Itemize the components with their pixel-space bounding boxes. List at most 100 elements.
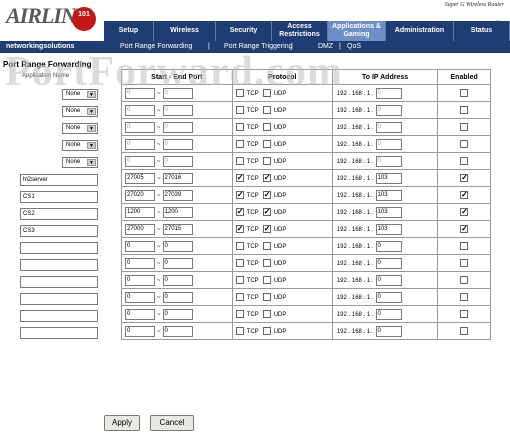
ip-last-octet-field[interactable]: 0 [375, 325, 402, 337]
start-port-field[interactable]: 27000 [125, 223, 155, 235]
ip-last-octet-field[interactable]: 0 [375, 138, 402, 150]
application-name-field[interactable]: CS1 [20, 191, 98, 203]
start-port-field[interactable]: 0 [125, 308, 155, 320]
enabled-checkbox[interactable]: ✓ [460, 191, 469, 199]
application-preset-select[interactable]: None ▼ [62, 157, 98, 168]
end-port-field[interactable]: 0 [162, 291, 193, 303]
udp-checkbox[interactable] [262, 242, 271, 250]
tcp-checkbox[interactable] [235, 106, 244, 114]
end-port-field[interactable]: 0 [162, 274, 193, 286]
start-port-field[interactable]: 0 [125, 240, 155, 252]
end-port-field[interactable]: 0 [162, 104, 193, 116]
ip-last-octet-field[interactable]: 0 [375, 87, 402, 99]
udp-checkbox[interactable]: ✓ [262, 225, 271, 233]
application-preset-select[interactable]: None ▼ [62, 106, 98, 117]
end-port-field[interactable]: 0 [162, 87, 193, 99]
tcp-checkbox[interactable]: ✓ [235, 225, 244, 233]
enabled-checkbox[interactable]: ✓ [460, 174, 469, 182]
end-port-field[interactable]: 27016 [162, 172, 193, 184]
tcp-checkbox[interactable]: ✓ [235, 174, 244, 182]
end-port-field[interactable]: 0 [162, 240, 193, 252]
udp-checkbox[interactable]: ✓ [262, 174, 271, 182]
enabled-checkbox[interactable] [460, 293, 469, 301]
ip-last-octet-field[interactable]: 0 [375, 257, 402, 269]
ip-last-octet-field[interactable]: 103 [375, 206, 402, 218]
udp-checkbox[interactable] [262, 276, 271, 284]
application-name-field[interactable] [20, 242, 98, 254]
subnav-port-range-triggering[interactable]: Port Range Triggering [224, 43, 292, 50]
tcp-checkbox[interactable] [235, 259, 244, 267]
start-port-field[interactable]: 0 [125, 291, 155, 303]
end-port-field[interactable]: 0 [162, 308, 193, 320]
enabled-checkbox[interactable] [460, 276, 469, 284]
tcp-checkbox[interactable]: ✓ [235, 208, 244, 216]
tcp-checkbox[interactable] [235, 157, 244, 165]
application-name-field[interactable]: CS2 [20, 208, 98, 220]
enabled-checkbox[interactable] [460, 140, 469, 148]
udp-checkbox[interactable] [262, 157, 271, 165]
end-port-field[interactable]: 27039 [162, 189, 193, 201]
enabled-checkbox[interactable] [460, 310, 469, 318]
tcp-checkbox[interactable] [235, 327, 244, 335]
udp-checkbox[interactable] [262, 89, 271, 97]
tcp-checkbox[interactable] [235, 89, 244, 97]
application-name-field[interactable] [20, 276, 98, 288]
tcp-checkbox[interactable] [235, 293, 244, 301]
subnav-port-range-forwarding[interactable]: Port Range Forwarding [120, 43, 192, 50]
ip-last-octet-field[interactable]: 0 [375, 308, 402, 320]
apply-button[interactable]: Apply [104, 415, 140, 431]
application-name-field[interactable] [20, 327, 98, 339]
tcp-checkbox[interactable] [235, 310, 244, 318]
tcp-checkbox[interactable] [235, 140, 244, 148]
tab-security[interactable]: Security [216, 21, 272, 41]
ip-last-octet-field[interactable]: 0 [375, 155, 402, 167]
udp-checkbox[interactable] [262, 140, 271, 148]
ip-last-octet-field[interactable]: 0 [375, 240, 402, 252]
start-port-field[interactable]: 0 [125, 104, 155, 116]
udp-checkbox[interactable] [262, 327, 271, 335]
end-port-field[interactable]: 1200 [162, 206, 193, 218]
ip-last-octet-field[interactable]: 103 [375, 223, 402, 235]
udp-checkbox[interactable] [262, 259, 271, 267]
start-port-field[interactable]: 0 [125, 87, 155, 99]
tcp-checkbox[interactable] [235, 123, 244, 131]
tab-administration[interactable]: Administration [386, 21, 454, 41]
udp-checkbox[interactable]: ✓ [262, 208, 271, 216]
end-port-field[interactable]: 0 [162, 121, 193, 133]
application-preset-select[interactable]: None ▼ [62, 89, 98, 100]
subnav-qos[interactable]: QoS [347, 43, 361, 50]
application-preset-select[interactable]: None ▼ [62, 140, 98, 151]
end-port-field[interactable]: 0 [162, 138, 193, 150]
enabled-checkbox[interactable]: ✓ [460, 225, 469, 233]
tab-setup[interactable]: Setup [104, 21, 154, 41]
end-port-field[interactable]: 0 [162, 155, 193, 167]
application-name-field[interactable] [20, 293, 98, 305]
end-port-field[interactable]: 0 [162, 257, 193, 269]
enabled-checkbox[interactable] [460, 157, 469, 165]
tab-wireless[interactable]: Wireless [154, 21, 216, 41]
start-port-field[interactable]: 27020 [125, 189, 155, 201]
ip-last-octet-field[interactable]: 0 [375, 121, 402, 133]
ip-last-octet-field[interactable]: 103 [375, 189, 402, 201]
application-name-field[interactable]: hl2server [20, 174, 98, 186]
application-name-field[interactable] [20, 310, 98, 322]
enabled-checkbox[interactable] [460, 106, 469, 114]
ip-last-octet-field[interactable]: 103 [375, 172, 402, 184]
start-port-field[interactable]: 0 [125, 138, 155, 150]
end-port-field[interactable]: 0 [162, 325, 193, 337]
subnav-dmz[interactable]: DMZ [318, 43, 333, 50]
ip-last-octet-field[interactable]: 0 [375, 291, 402, 303]
start-port-field[interactable]: 0 [125, 155, 155, 167]
udp-checkbox[interactable]: ✓ [262, 191, 271, 199]
udp-checkbox[interactable] [262, 310, 271, 318]
udp-checkbox[interactable] [262, 123, 271, 131]
enabled-checkbox[interactable] [460, 89, 469, 97]
udp-checkbox[interactable] [262, 293, 271, 301]
application-preset-select[interactable]: None ▼ [62, 123, 98, 134]
ip-last-octet-field[interactable]: 0 [375, 274, 402, 286]
start-port-field[interactable]: 0 [125, 121, 155, 133]
start-port-field[interactable]: 27005 [125, 172, 155, 184]
enabled-checkbox[interactable] [460, 123, 469, 131]
cancel-button[interactable]: Cancel [150, 415, 194, 431]
tcp-checkbox[interactable]: ✓ [235, 191, 244, 199]
